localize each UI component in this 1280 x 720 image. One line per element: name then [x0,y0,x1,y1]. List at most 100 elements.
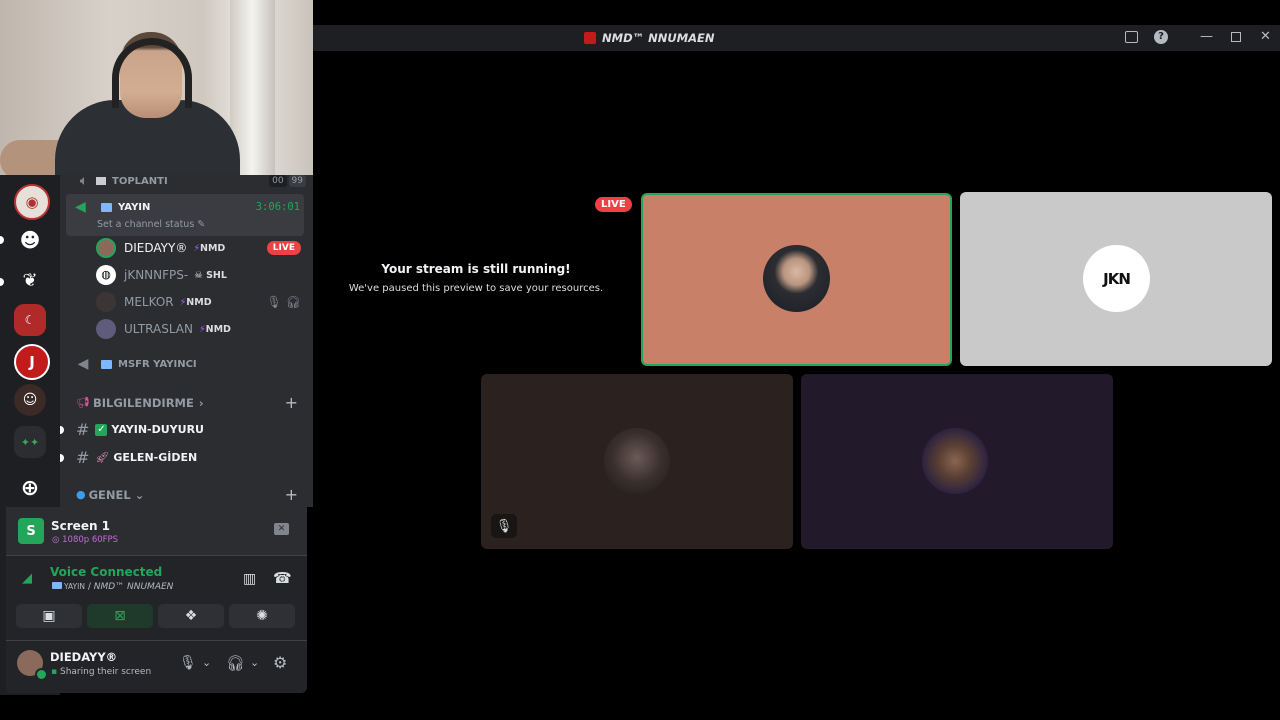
monitor-icon [101,359,112,369]
add-channel-icon[interactable]: + [285,485,298,504]
hash-icon: # [76,448,90,467]
divider [6,555,307,556]
channel-yayin-header[interactable]: ◀ YAYIN 3:06:01 [75,199,300,215]
muted-icon: 🎙︎ [266,295,282,309]
add-server-icon[interactable]: ⊕ [14,472,46,504]
add-channel-icon[interactable]: + [285,393,298,412]
category-bilgilendirme[interactable]: 📢︎ BILGILENDIRME › + [76,393,298,412]
avatar-server-icon[interactable]: ◉ [14,184,50,220]
avatar: ◍ [96,265,116,285]
disconnect-call-icon[interactable]: ☎ [273,569,292,587]
checkmark-icon: ✓ [95,423,108,436]
screen-icon: ▪ [51,667,58,677]
screen-share-active-icon: ⊠ [114,608,126,624]
chevron-right-icon: › [198,395,204,410]
paused-subtitle: We've paused this preview to save your r… [348,283,604,294]
user-status: ▪ Sharing their screen [51,667,152,677]
chevron-down-icon: ⌄ [134,487,145,502]
webcam-overlay [0,0,313,175]
screen-share-title: Screen 1 [51,519,111,533]
screen-share-icon: S [18,518,44,544]
rocket-icon: 🚀︎ [95,451,110,464]
voice-member[interactable]: DIEDAYY® ⚡NMD LIVE [96,238,301,258]
speaker-icon: ◀ [77,356,89,372]
window-title: NMD™ NNUMAEN [584,31,715,45]
avatar [922,428,988,494]
channel-gelen-giden[interactable]: # 🚀︎ GELEN-GİDEN [60,448,300,467]
avatar [763,245,830,312]
speaker-active-icon: ◀ [75,199,86,215]
help-icon[interactable]: ? [1154,30,1168,44]
category-genel[interactable]: ● GENEL ⌄ + [76,485,298,504]
headphones-icon[interactable]: 🎧︎ [226,654,245,672]
bolt-icon: ⚡ [193,242,200,254]
camera-off-button[interactable]: ▣ [16,604,82,628]
pencil-icon: ✎ [197,219,206,230]
microphone-icon[interactable]: 🎙︎ [179,655,197,671]
camera-off-icon: ▣ [42,608,56,624]
inbox-icon[interactable] [1125,31,1138,43]
person-server-icon[interactable]: ☺ [14,384,46,416]
megaphone-icon: 📢︎ [76,396,90,409]
flag-server-icon[interactable]: ☾ [14,304,46,336]
stop-stream-button[interactable]: ✕ [274,523,289,535]
mask-server-icon[interactable]: ☻ [14,224,46,256]
channel-timer: 3:06:01 [255,201,300,213]
voice-member[interactable]: ◍ jKNNNFPS- ☠ SHL [96,265,301,285]
webcam-headphones [112,38,192,108]
chevron-down-icon[interactable]: ⌄ [250,656,259,669]
voice-member[interactable]: ULTRASLAN ⚡NMD [96,319,301,339]
globe-icon: ● [76,488,86,501]
voice-status[interactable]: Voice Connected [50,565,162,579]
avatar [96,238,116,258]
maximize-icon[interactable] [1231,32,1241,42]
dragon-server-icon[interactable]: ❦ [14,264,46,296]
activities-button[interactable]: ❖ [158,604,224,628]
avatar [96,319,116,339]
speaker-icon: 🔈︎ [79,173,89,189]
soundboard-icon: ✺ [256,608,268,624]
screen-share-button[interactable]: ⊠ [87,604,153,628]
nitro-icon: ◎ [52,535,60,545]
signal-icon: ◢ [22,571,32,586]
voice-channel-info[interactable]: YAYIN / NMD™ NNUMAEN [52,582,173,592]
channel-yayin-duyuru[interactable]: # ✓ YAYIN-DUYURU [60,420,300,439]
unread-pill [60,453,64,462]
gear-icon[interactable]: ⚙ [273,653,287,672]
status-dot [35,668,48,681]
j-server-icon[interactable]: J [14,344,50,380]
monitor-icon [52,582,62,589]
user-limit-current: 00 [269,175,287,187]
avatar [604,428,670,494]
avatar [96,292,116,312]
user-name[interactable]: DIEDAYY® [50,650,117,664]
channel-toplanti[interactable]: 🔈︎ TOPLANTI 00 99 [76,173,306,189]
user-limit-max: 99 [288,175,306,187]
paused-title: Your stream is still running! [381,262,571,276]
jkn-logo: JKN [1103,269,1131,288]
channel-status-input[interactable]: Set a channel status ✎ [97,219,205,230]
live-badge: LIVE [595,197,632,212]
divider [6,640,307,641]
server-logo-icon [584,32,596,44]
channel-msfr-yayinci[interactable]: ◀ MSFR YAYINCI [75,356,197,372]
muted-icon: 🎙︎ [491,514,517,538]
live-badge: LIVE [266,241,301,255]
close-icon[interactable]: ✕ [1260,29,1271,44]
monitor-icon [101,202,112,212]
screen-share-quality: ◎ 1080p 60FPS [52,535,119,545]
minimize-icon[interactable]: — [1200,29,1213,44]
noise-suppression-icon[interactable]: ▥ [243,571,256,587]
unread-pill [60,425,64,434]
skull-icon: ☠ [194,269,203,281]
chevron-down-icon[interactable]: ⌄ [202,656,211,669]
voice-member[interactable]: MELKOR ⚡NMD 🎙︎ 🎧︎ [96,292,301,312]
deafened-icon: 🎧︎ [285,295,301,309]
group-server-icon[interactable]: ✦✦ [14,426,46,458]
hash-icon: # [76,420,90,439]
avatar: JKN [1083,245,1150,312]
bolt-icon: ⚡ [198,323,206,335]
monitor-icon [96,177,106,185]
soundboard-button[interactable]: ✺ [229,604,295,628]
activities-icon: ❖ [184,608,198,624]
